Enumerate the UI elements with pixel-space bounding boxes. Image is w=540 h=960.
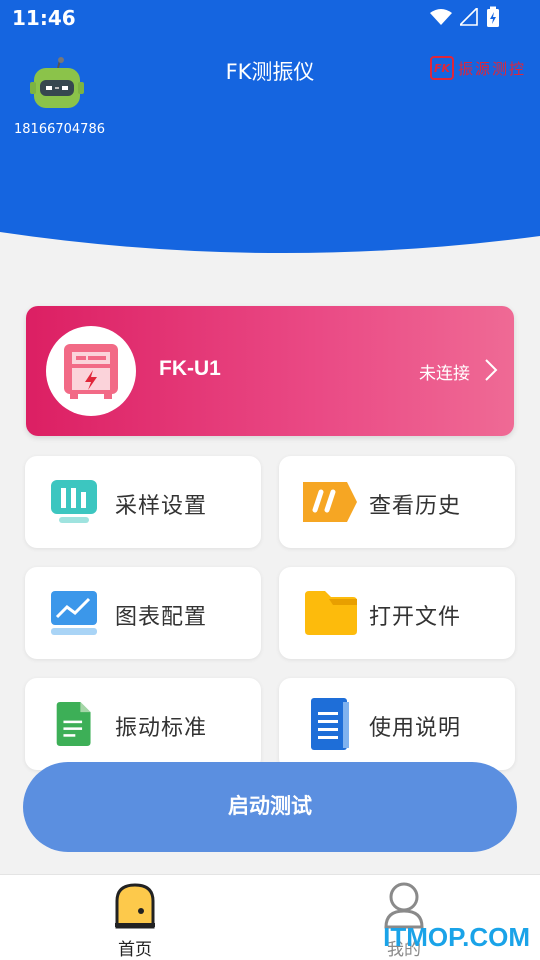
status-icons bbox=[430, 6, 500, 28]
menu-tile-chart-config[interactable]: 图表配置 bbox=[25, 567, 261, 659]
menu-tile-label: 振动标准 bbox=[115, 716, 208, 741]
menu-tile-label: 打开文件 bbox=[369, 605, 462, 630]
brand-text: 振源测控 bbox=[457, 59, 526, 78]
device-icon-circle bbox=[46, 326, 136, 416]
watermark: ITMOP.COM bbox=[383, 922, 530, 952]
sampling-bars-icon bbox=[51, 480, 97, 523]
status-bar: 11:46 bbox=[0, 0, 540, 36]
history-tag-icon bbox=[303, 482, 357, 522]
brand-logo: FK bbox=[429, 56, 454, 80]
menu-tile-vibration-standard[interactable]: 振动标准 bbox=[25, 678, 261, 770]
brand: FK 振源测控 bbox=[429, 56, 526, 80]
device-name: FK-U1 bbox=[159, 357, 221, 380]
phone-number: 18166704786 bbox=[14, 122, 105, 137]
folder-icon bbox=[305, 591, 357, 635]
menu-tile-view-history[interactable]: 查看历史 bbox=[279, 456, 515, 548]
home-door-icon bbox=[115, 883, 155, 929]
menu-tile-label: 使用说明 bbox=[369, 716, 462, 741]
tab-home[interactable]: 首页 bbox=[85, 881, 185, 960]
menu-tile-label: 采样设置 bbox=[115, 494, 208, 519]
chart-config-icon bbox=[51, 591, 97, 635]
signal-icon bbox=[460, 8, 478, 26]
device-card[interactable]: FK-U1 未连接 bbox=[26, 306, 514, 436]
meter-icon bbox=[64, 344, 118, 399]
menu-tile-open-file[interactable]: 打开文件 bbox=[279, 567, 515, 659]
menu-tile-sampling-settings[interactable]: 采样设置 bbox=[25, 456, 261, 548]
tab-label: 首页 bbox=[118, 940, 152, 960]
battery-icon bbox=[487, 6, 499, 27]
menu-tile-user-guide[interactable]: 使用说明 bbox=[279, 678, 515, 770]
document-blue-icon bbox=[311, 698, 349, 750]
status-time: 11:46 bbox=[12, 6, 76, 30]
header: 11:46 18166704786 FK测振仪 FK 振源测控 bbox=[0, 0, 540, 262]
device-connection-status: 未连接 bbox=[419, 364, 470, 384]
document-green-icon bbox=[56, 702, 91, 746]
menu-tile-label: 查看历史 bbox=[369, 494, 462, 519]
start-test-button[interactable]: 启动测试 bbox=[23, 762, 517, 852]
chevron-right-icon bbox=[485, 359, 498, 381]
wifi-icon bbox=[430, 9, 452, 25]
menu-tile-label: 图表配置 bbox=[115, 605, 208, 630]
